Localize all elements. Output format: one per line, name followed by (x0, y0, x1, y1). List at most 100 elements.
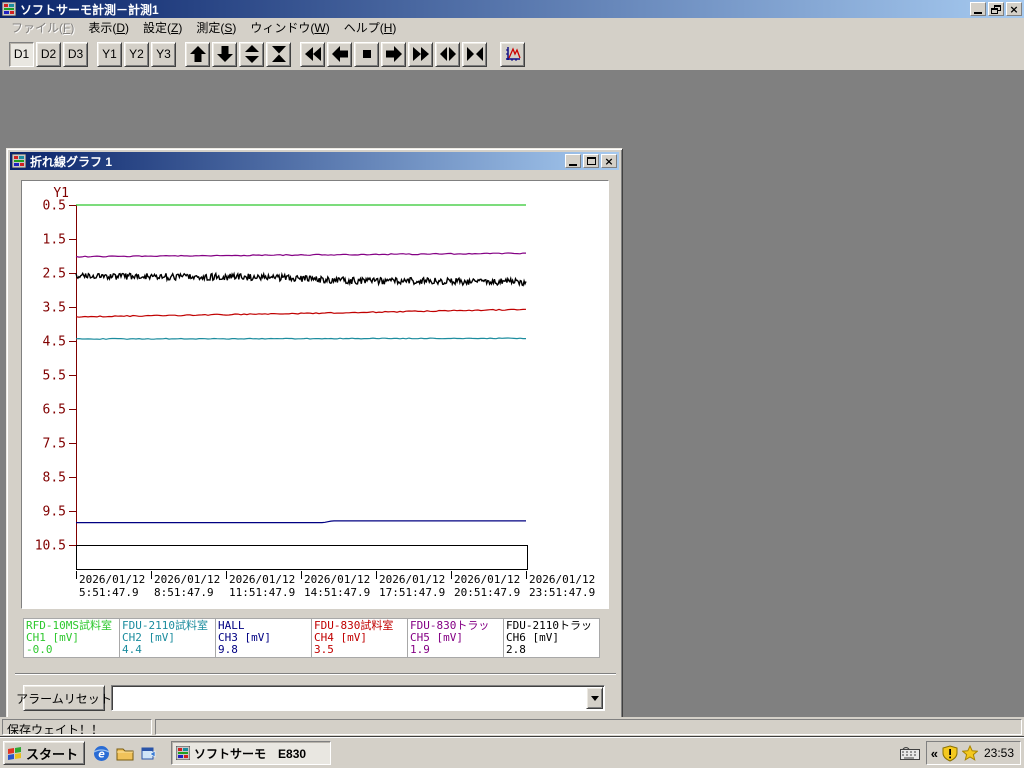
legend-current_value: 3.5 (314, 643, 334, 656)
legend-current_value: 2.8 (506, 643, 526, 656)
task-button-label: ソフトサーモ E830 (194, 746, 307, 761)
menu-item-3[interactable]: 設定(Z) (136, 17, 189, 38)
close-button[interactable]: × (1006, 2, 1022, 16)
menu-item-5[interactable]: ウィンドウ(W) (243, 17, 336, 38)
rewind-button[interactable] (300, 41, 325, 67)
menu-item-1: ファイル(F) (11, 21, 75, 35)
alarm-reset-button[interactable]: アラームリセット (16, 685, 112, 711)
outlook-express-icon[interactable] (140, 745, 157, 762)
taskbar: スタート e ソフトサーモ E830 « 23:53 (0, 737, 1024, 768)
menu-item-6[interactable]: ヘルプ(H) (337, 17, 404, 38)
scroll-button-group (300, 41, 489, 67)
alarm-combobox[interactable] (111, 685, 605, 711)
svg-text:5:51:47.9: 5:51:47.9 (79, 586, 139, 599)
display-d1-button[interactable]: D1 (9, 41, 34, 67)
svg-text:9.5: 9.5 (43, 505, 66, 520)
status-message: 保存ウェイト！！ (2, 719, 152, 735)
hourglass-icon (271, 46, 286, 62)
start-button[interactable]: スタート (3, 741, 86, 765)
legend-channel-5: FDU-830トラッ CH5 [mV] 1.9 (407, 618, 504, 658)
svg-text:11:51:47.9: 11:51:47.9 (229, 586, 295, 599)
graph-maximize-button[interactable] (583, 154, 599, 168)
expand-y-button[interactable] (239, 41, 264, 67)
internet-explorer-icon[interactable]: e (93, 745, 110, 762)
expand-x-button[interactable] (435, 41, 460, 67)
line-chart: Y10.51.52.53.54.55.56.57.58.59.510.52026… (35, 186, 596, 599)
graph-close-button[interactable]: × (601, 154, 617, 168)
security-shield-icon[interactable] (942, 744, 958, 762)
status-cell-empty (155, 719, 1022, 735)
show-desktop-icon[interactable] (116, 746, 134, 761)
arrow-up-icon (189, 46, 206, 62)
chart-button-group (500, 41, 527, 67)
svg-text:0.5: 0.5 (43, 199, 66, 214)
triangles-updown-icon (244, 45, 259, 63)
alarm-panel: アラームリセット (15, 673, 616, 719)
svg-text:2026/01/12: 2026/01/12 (529, 573, 595, 586)
svg-text:23:51:47.9: 23:51:47.9 (529, 586, 595, 599)
svg-text:17:51:47.9: 17:51:47.9 (379, 586, 445, 599)
pan-button-group (185, 41, 293, 67)
desktop: { "window": { "title": "ソフトサーモ計測－計測1" },… (0, 0, 1024, 768)
compress-x-button[interactable] (462, 41, 487, 67)
fast-forward-button[interactable] (408, 41, 433, 67)
arrow-down-icon (216, 46, 233, 62)
chevron-down-icon (590, 695, 599, 701)
star-icon[interactable] (961, 745, 978, 761)
compress-y-button[interactable] (266, 41, 291, 67)
keyboard-icon[interactable] (899, 746, 920, 760)
combobox-dropdown-button[interactable] (586, 687, 603, 709)
yaxis-y2-button[interactable]: Y2 (124, 41, 149, 67)
yaxis-button-group: Y1 Y2 Y3 (97, 41, 178, 67)
pan-down-button[interactable] (212, 41, 237, 67)
display-d3-button[interactable]: D3 (63, 41, 88, 67)
svg-text:7.5: 7.5 (43, 437, 66, 452)
step-left-button[interactable] (327, 41, 352, 67)
pan-up-button[interactable] (185, 41, 210, 67)
legend-channel-3: HALL CH3 [mV] 9.8 (215, 618, 312, 658)
graph-minimize-button[interactable] (565, 154, 581, 168)
double-left-triangle-icon (304, 47, 321, 61)
double-right-triangle-icon (412, 47, 429, 61)
svg-text:6.5: 6.5 (43, 403, 66, 418)
menu-item-4[interactable]: 測定(S) (189, 17, 243, 38)
yaxis-y1-button[interactable]: Y1 (97, 41, 122, 67)
triangles-inward-icon (466, 47, 483, 61)
yaxis-y3-button[interactable]: Y3 (151, 41, 176, 67)
legend-current_value: -0.0 (26, 643, 53, 656)
legend-current_value: 1.9 (410, 643, 430, 656)
chart-icon (505, 47, 521, 61)
task-button-softthermo[interactable]: ソフトサーモ E830 (171, 741, 332, 765)
minimize-button[interactable] (970, 2, 986, 16)
svg-text:2026/01/12: 2026/01/12 (454, 573, 520, 586)
tray-chevron[interactable]: « (931, 746, 938, 761)
svg-text:8.5: 8.5 (43, 471, 66, 486)
legend-current_value: 9.8 (218, 643, 238, 656)
alarm-combobox-value (116, 691, 584, 707)
display-d2-button[interactable]: D2 (36, 41, 61, 67)
task-app-icon (176, 746, 191, 760)
stop-button[interactable] (354, 41, 379, 67)
channel-legend: RFD-10MS試料室 CH1 [mV] -0.0 FDU-2110試料室 CH2 [m… (23, 618, 607, 658)
arrow-right-icon (385, 46, 402, 62)
svg-text:1.5: 1.5 (43, 233, 66, 248)
restore-button[interactable] (988, 2, 1004, 16)
quick-launch-bar: e (93, 745, 157, 762)
tray-clock: 23:53 (983, 746, 1014, 760)
chart-settings-button[interactable] (500, 41, 525, 67)
line-chart-panel: Y1 0.5 1.5 2.5 3.5 4.5 5.5 6.5 7.5 8.5 9.5 10.5 2026… (21, 180, 609, 609)
graph-window: 折れ線グラフ 1 × Y1 0.5 1.5 2.5 3.5 4.5 5.5 6.5 7.5 8.5… (6, 148, 623, 730)
start-label: スタート (26, 746, 79, 762)
main-titlebar: ソフトサーモ計測－計測1 × (0, 0, 1024, 18)
menu-item-2[interactable]: 表示(D) (81, 17, 136, 38)
step-right-button[interactable] (381, 41, 406, 67)
svg-text:8:51:47.9: 8:51:47.9 (154, 586, 214, 599)
data-button-group: D1 D2 D3 (9, 41, 90, 67)
window-title: ソフトサーモ計測－計測1 (20, 2, 159, 17)
graph-window-titlebar: 折れ線グラフ 1 × (10, 152, 619, 170)
graph-window-title: 折れ線グラフ 1 (30, 154, 113, 169)
svg-text:10.5: 10.5 (35, 539, 66, 554)
system-tray: « 23:53 (925, 741, 1021, 765)
legend-current_value: 4.4 (122, 643, 142, 656)
menu-bar: ファイル(F) 表示(D) 設定(Z) 測定(S) ウィンドウ(W) ヘルプ(H) (0, 18, 1024, 38)
